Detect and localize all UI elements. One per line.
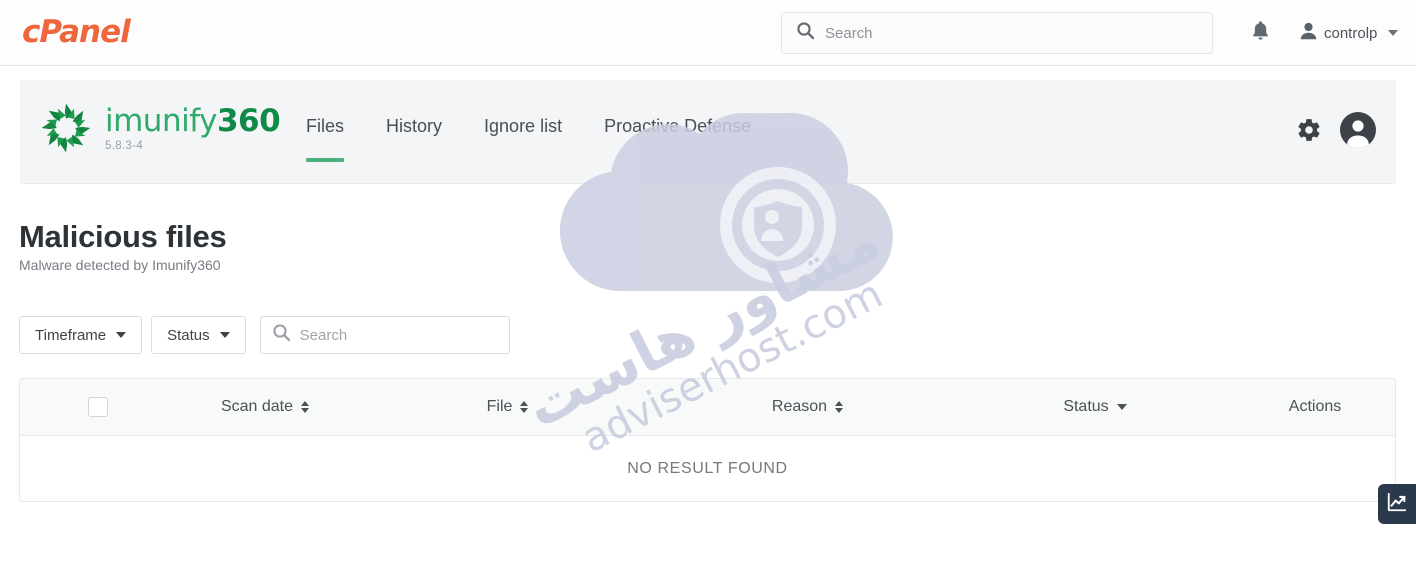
column-status[interactable]: Status bbox=[955, 379, 1235, 435]
column-scan-date[interactable]: Scan date bbox=[175, 379, 355, 435]
notifications-button[interactable] bbox=[1245, 18, 1275, 48]
chevron-down-icon[interactable] bbox=[1116, 404, 1127, 410]
chevron-down-icon bbox=[219, 332, 230, 338]
tab-ignore-list-label: Ignore list bbox=[484, 116, 563, 136]
column-actions-label: Actions bbox=[1288, 398, 1342, 415]
table-header-row: Scan date File Reason Status Actions bbox=[20, 379, 1395, 436]
cpanel-top-bar: cPanel Search controlp bbox=[0, 0, 1416, 66]
column-file[interactable]: File bbox=[355, 379, 660, 435]
select-all-checkbox[interactable] bbox=[87, 397, 108, 417]
tab-history-label: History bbox=[386, 116, 443, 136]
empty-state-message: NO RESULT FOUND bbox=[627, 459, 788, 477]
column-file-label: File bbox=[486, 398, 513, 415]
column-reason-label: Reason bbox=[771, 398, 828, 415]
user-icon bbox=[1300, 22, 1317, 44]
search-icon bbox=[272, 323, 291, 347]
page-subtitle: Malware detected by Imunify360 bbox=[19, 257, 221, 273]
tab-history[interactable]: History bbox=[365, 116, 463, 173]
sort-arrows-icon[interactable] bbox=[835, 401, 844, 413]
global-search-box[interactable] bbox=[781, 12, 1213, 54]
imunify-panel-actions bbox=[1296, 112, 1376, 153]
sort-arrows-icon[interactable] bbox=[301, 401, 310, 413]
sort-arrows-icon[interactable] bbox=[520, 401, 529, 413]
timeframe-label: Timeframe bbox=[35, 326, 107, 344]
cpanel-logo[interactable]: cPanel bbox=[22, 14, 131, 50]
timeframe-dropdown[interactable]: Timeframe bbox=[19, 316, 143, 354]
imunify-nav-tabs: Files History Ignore list Proactive Defe… bbox=[285, 116, 772, 173]
line-chart-icon bbox=[1386, 491, 1408, 518]
tab-files[interactable]: Files bbox=[285, 116, 365, 173]
column-scan-date-label: Scan date bbox=[220, 398, 294, 415]
tab-proactive-defense[interactable]: Proactive Defense bbox=[583, 116, 772, 173]
tab-files-label: Files bbox=[306, 116, 345, 136]
chevron-down-icon bbox=[116, 332, 127, 338]
gear-icon[interactable] bbox=[1296, 117, 1322, 148]
column-status-label: Status bbox=[1063, 398, 1109, 415]
status-label: Status bbox=[167, 326, 210, 344]
tab-proactive-defense-label: Proactive Defense bbox=[604, 116, 752, 136]
page-title: Malicious files bbox=[19, 219, 227, 254]
status-dropdown[interactable]: Status bbox=[151, 316, 246, 354]
imunify-brand: imunify360 5.8.3-4 bbox=[37, 93, 281, 154]
search-icon bbox=[796, 21, 815, 45]
global-search-input[interactable] bbox=[825, 24, 1185, 42]
app-root: cPanel Search controlp imunify360 5.8.3-… bbox=[0, 0, 1416, 579]
column-actions: Actions bbox=[1235, 379, 1395, 435]
user-menu[interactable]: controlp bbox=[1300, 18, 1399, 48]
tab-ignore-list[interactable]: Ignore list bbox=[463, 116, 583, 173]
user-name: controlp bbox=[1324, 24, 1378, 42]
column-select-all bbox=[20, 379, 175, 435]
column-reason[interactable]: Reason bbox=[660, 379, 955, 435]
imunify-brand-light: imunify bbox=[105, 103, 217, 139]
chevron-down-icon[interactable] bbox=[1388, 30, 1399, 36]
imunify-wordmark: imunify360 5.8.3-4 bbox=[105, 103, 281, 152]
table-body: NO RESULT FOUND bbox=[20, 436, 1395, 501]
imunify-version: 5.8.3-4 bbox=[105, 140, 143, 152]
table-search-box[interactable] bbox=[259, 316, 510, 354]
imunify360-logo-icon bbox=[37, 96, 95, 154]
imunify-header-panel: imunify360 5.8.3-4 Files History Ignore … bbox=[20, 80, 1396, 184]
filters-bar: Timeframe Status bbox=[19, 316, 510, 354]
bell-icon bbox=[1251, 20, 1270, 46]
avatar-icon[interactable] bbox=[1340, 112, 1376, 153]
table-search-input[interactable] bbox=[299, 326, 485, 344]
analytics-widget-button[interactable] bbox=[1378, 484, 1416, 524]
malicious-files-table: Scan date File Reason Status Actions NO … bbox=[19, 378, 1396, 502]
imunify-brand-bold: 360 bbox=[216, 103, 281, 139]
